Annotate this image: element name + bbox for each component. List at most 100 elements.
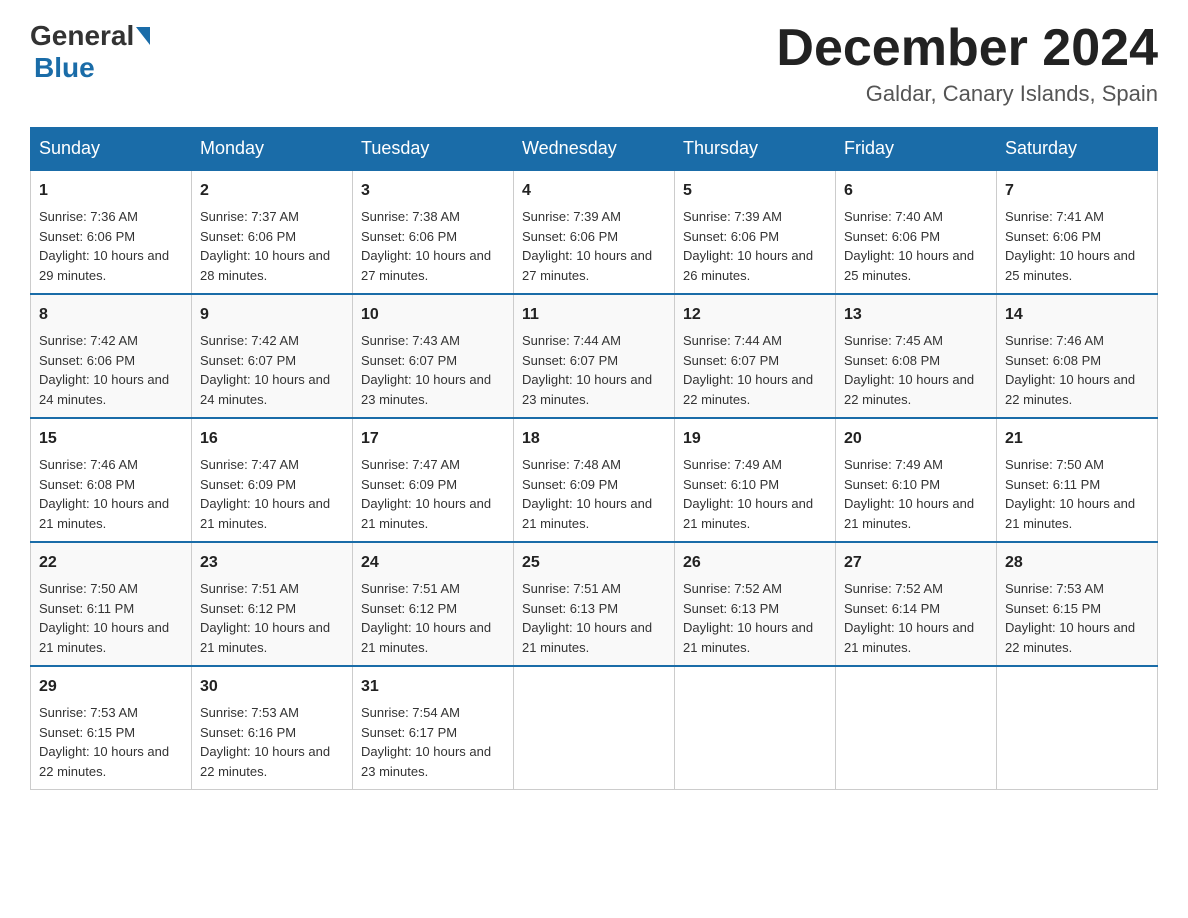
title-area: December 2024 Galdar, Canary Islands, Sp… bbox=[776, 20, 1158, 107]
day-number: 23 bbox=[200, 551, 344, 575]
day-info: Sunrise: 7:41 AMSunset: 6:06 PMDaylight:… bbox=[1005, 209, 1135, 283]
day-info: Sunrise: 7:48 AMSunset: 6:09 PMDaylight:… bbox=[522, 457, 652, 531]
day-info: Sunrise: 7:37 AMSunset: 6:06 PMDaylight:… bbox=[200, 209, 330, 283]
header-tuesday: Tuesday bbox=[353, 128, 514, 171]
day-number: 11 bbox=[522, 303, 666, 327]
day-info: Sunrise: 7:49 AMSunset: 6:10 PMDaylight:… bbox=[844, 457, 974, 531]
day-info: Sunrise: 7:53 AMSunset: 6:15 PMDaylight:… bbox=[1005, 581, 1135, 655]
day-number: 25 bbox=[522, 551, 666, 575]
calendar-cell: 10 Sunrise: 7:43 AMSunset: 6:07 PMDaylig… bbox=[353, 294, 514, 418]
calendar-cell: 26 Sunrise: 7:52 AMSunset: 6:13 PMDaylig… bbox=[675, 542, 836, 666]
logo-general: General bbox=[30, 20, 134, 52]
calendar-cell: 8 Sunrise: 7:42 AMSunset: 6:06 PMDayligh… bbox=[31, 294, 192, 418]
calendar-cell bbox=[675, 666, 836, 790]
day-info: Sunrise: 7:42 AMSunset: 6:07 PMDaylight:… bbox=[200, 333, 330, 407]
day-number: 17 bbox=[361, 427, 505, 451]
day-number: 4 bbox=[522, 179, 666, 203]
day-info: Sunrise: 7:52 AMSunset: 6:13 PMDaylight:… bbox=[683, 581, 813, 655]
calendar-cell: 15 Sunrise: 7:46 AMSunset: 6:08 PMDaylig… bbox=[31, 418, 192, 542]
logo: General Blue bbox=[30, 20, 152, 84]
location: Galdar, Canary Islands, Spain bbox=[776, 81, 1158, 107]
day-number: 5 bbox=[683, 179, 827, 203]
calendar-table: SundayMondayTuesdayWednesdayThursdayFrid… bbox=[30, 127, 1158, 790]
calendar-cell: 23 Sunrise: 7:51 AMSunset: 6:12 PMDaylig… bbox=[192, 542, 353, 666]
day-number: 7 bbox=[1005, 179, 1149, 203]
calendar-cell: 31 Sunrise: 7:54 AMSunset: 6:17 PMDaylig… bbox=[353, 666, 514, 790]
day-info: Sunrise: 7:43 AMSunset: 6:07 PMDaylight:… bbox=[361, 333, 491, 407]
calendar-cell: 1 Sunrise: 7:36 AMSunset: 6:06 PMDayligh… bbox=[31, 170, 192, 294]
calendar-cell: 22 Sunrise: 7:50 AMSunset: 6:11 PMDaylig… bbox=[31, 542, 192, 666]
day-info: Sunrise: 7:38 AMSunset: 6:06 PMDaylight:… bbox=[361, 209, 491, 283]
day-info: Sunrise: 7:50 AMSunset: 6:11 PMDaylight:… bbox=[1005, 457, 1135, 531]
week-row-4: 22 Sunrise: 7:50 AMSunset: 6:11 PMDaylig… bbox=[31, 542, 1158, 666]
calendar-cell: 20 Sunrise: 7:49 AMSunset: 6:10 PMDaylig… bbox=[836, 418, 997, 542]
calendar-cell: 30 Sunrise: 7:53 AMSunset: 6:16 PMDaylig… bbox=[192, 666, 353, 790]
calendar-cell bbox=[997, 666, 1158, 790]
day-number: 21 bbox=[1005, 427, 1149, 451]
day-info: Sunrise: 7:49 AMSunset: 6:10 PMDaylight:… bbox=[683, 457, 813, 531]
day-info: Sunrise: 7:47 AMSunset: 6:09 PMDaylight:… bbox=[361, 457, 491, 531]
day-number: 26 bbox=[683, 551, 827, 575]
week-row-1: 1 Sunrise: 7:36 AMSunset: 6:06 PMDayligh… bbox=[31, 170, 1158, 294]
day-number: 8 bbox=[39, 303, 183, 327]
calendar-cell: 24 Sunrise: 7:51 AMSunset: 6:12 PMDaylig… bbox=[353, 542, 514, 666]
month-title: December 2024 bbox=[776, 20, 1158, 77]
day-info: Sunrise: 7:51 AMSunset: 6:13 PMDaylight:… bbox=[522, 581, 652, 655]
day-number: 24 bbox=[361, 551, 505, 575]
day-number: 20 bbox=[844, 427, 988, 451]
calendar-cell: 5 Sunrise: 7:39 AMSunset: 6:06 PMDayligh… bbox=[675, 170, 836, 294]
day-info: Sunrise: 7:42 AMSunset: 6:06 PMDaylight:… bbox=[39, 333, 169, 407]
calendar-cell: 14 Sunrise: 7:46 AMSunset: 6:08 PMDaylig… bbox=[997, 294, 1158, 418]
calendar-cell: 9 Sunrise: 7:42 AMSunset: 6:07 PMDayligh… bbox=[192, 294, 353, 418]
calendar-cell: 4 Sunrise: 7:39 AMSunset: 6:06 PMDayligh… bbox=[514, 170, 675, 294]
header-wednesday: Wednesday bbox=[514, 128, 675, 171]
day-number: 30 bbox=[200, 675, 344, 699]
day-number: 29 bbox=[39, 675, 183, 699]
calendar-cell: 3 Sunrise: 7:38 AMSunset: 6:06 PMDayligh… bbox=[353, 170, 514, 294]
day-info: Sunrise: 7:52 AMSunset: 6:14 PMDaylight:… bbox=[844, 581, 974, 655]
logo-text: General bbox=[30, 20, 152, 52]
calendar-cell: 2 Sunrise: 7:37 AMSunset: 6:06 PMDayligh… bbox=[192, 170, 353, 294]
day-number: 13 bbox=[844, 303, 988, 327]
day-info: Sunrise: 7:39 AMSunset: 6:06 PMDaylight:… bbox=[683, 209, 813, 283]
calendar-cell bbox=[836, 666, 997, 790]
day-info: Sunrise: 7:51 AMSunset: 6:12 PMDaylight:… bbox=[200, 581, 330, 655]
day-number: 31 bbox=[361, 675, 505, 699]
day-number: 12 bbox=[683, 303, 827, 327]
day-info: Sunrise: 7:40 AMSunset: 6:06 PMDaylight:… bbox=[844, 209, 974, 283]
calendar-cell: 27 Sunrise: 7:52 AMSunset: 6:14 PMDaylig… bbox=[836, 542, 997, 666]
day-number: 9 bbox=[200, 303, 344, 327]
calendar-cell: 12 Sunrise: 7:44 AMSunset: 6:07 PMDaylig… bbox=[675, 294, 836, 418]
day-number: 1 bbox=[39, 179, 183, 203]
header-monday: Monday bbox=[192, 128, 353, 171]
logo-blue: Blue bbox=[34, 52, 95, 83]
calendar-cell: 6 Sunrise: 7:40 AMSunset: 6:06 PMDayligh… bbox=[836, 170, 997, 294]
day-info: Sunrise: 7:53 AMSunset: 6:15 PMDaylight:… bbox=[39, 705, 169, 779]
day-number: 28 bbox=[1005, 551, 1149, 575]
day-number: 18 bbox=[522, 427, 666, 451]
day-info: Sunrise: 7:36 AMSunset: 6:06 PMDaylight:… bbox=[39, 209, 169, 283]
day-info: Sunrise: 7:47 AMSunset: 6:09 PMDaylight:… bbox=[200, 457, 330, 531]
page-header: General Blue December 2024 Galdar, Canar… bbox=[30, 20, 1158, 107]
calendar-cell: 19 Sunrise: 7:49 AMSunset: 6:10 PMDaylig… bbox=[675, 418, 836, 542]
day-number: 15 bbox=[39, 427, 183, 451]
day-info: Sunrise: 7:39 AMSunset: 6:06 PMDaylight:… bbox=[522, 209, 652, 283]
day-info: Sunrise: 7:51 AMSunset: 6:12 PMDaylight:… bbox=[361, 581, 491, 655]
calendar-cell: 13 Sunrise: 7:45 AMSunset: 6:08 PMDaylig… bbox=[836, 294, 997, 418]
day-number: 3 bbox=[361, 179, 505, 203]
header-friday: Friday bbox=[836, 128, 997, 171]
day-number: 16 bbox=[200, 427, 344, 451]
calendar-cell: 16 Sunrise: 7:47 AMSunset: 6:09 PMDaylig… bbox=[192, 418, 353, 542]
day-number: 2 bbox=[200, 179, 344, 203]
day-number: 22 bbox=[39, 551, 183, 575]
day-number: 14 bbox=[1005, 303, 1149, 327]
week-row-3: 15 Sunrise: 7:46 AMSunset: 6:08 PMDaylig… bbox=[31, 418, 1158, 542]
day-info: Sunrise: 7:54 AMSunset: 6:17 PMDaylight:… bbox=[361, 705, 491, 779]
day-info: Sunrise: 7:45 AMSunset: 6:08 PMDaylight:… bbox=[844, 333, 974, 407]
calendar-cell: 17 Sunrise: 7:47 AMSunset: 6:09 PMDaylig… bbox=[353, 418, 514, 542]
calendar-cell: 21 Sunrise: 7:50 AMSunset: 6:11 PMDaylig… bbox=[997, 418, 1158, 542]
day-info: Sunrise: 7:53 AMSunset: 6:16 PMDaylight:… bbox=[200, 705, 330, 779]
calendar-cell bbox=[514, 666, 675, 790]
day-number: 10 bbox=[361, 303, 505, 327]
calendar-cell: 18 Sunrise: 7:48 AMSunset: 6:09 PMDaylig… bbox=[514, 418, 675, 542]
